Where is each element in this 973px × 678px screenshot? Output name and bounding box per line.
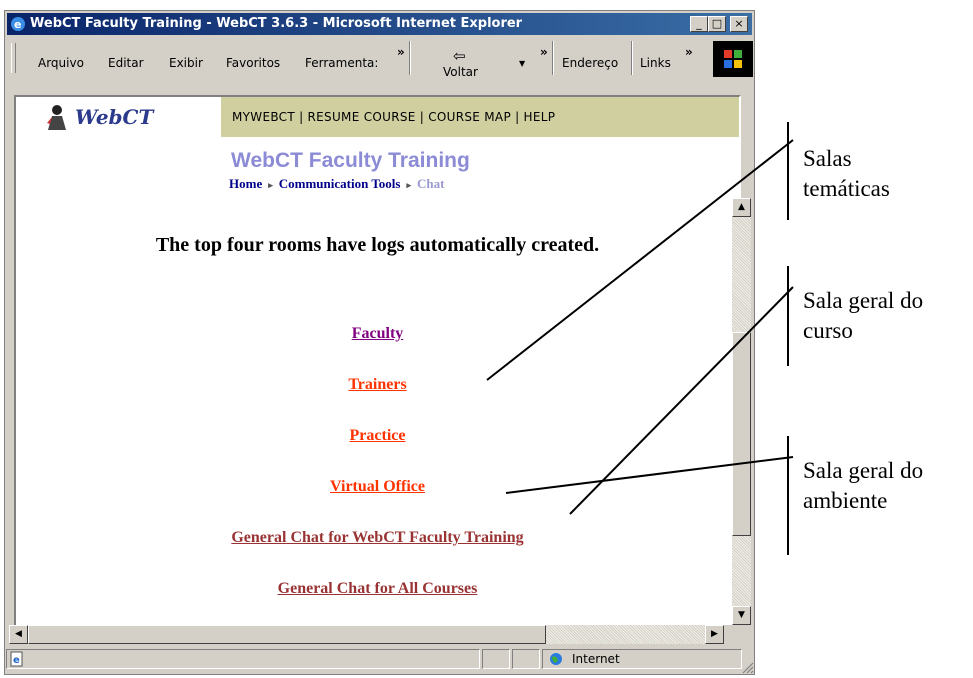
annotation-line: Salas [803, 146, 852, 171]
annotation-sala-geral-ambiente: Sala geral do ambiente [803, 456, 923, 516]
annotation-line: Sala geral do [803, 458, 924, 483]
annotation-bracket [787, 266, 789, 366]
annotation-line: Sala geral do [803, 288, 924, 313]
annotation-salas-tematicas: Salas temáticas [803, 144, 890, 204]
annotation-sala-geral-curso: Sala geral do curso [803, 286, 923, 346]
annotation-line: ambiente [803, 488, 888, 513]
annotation-pointer-line [505, 456, 794, 494]
annotation-line: curso [803, 318, 853, 343]
annotation-bracket [787, 436, 789, 555]
annotation-line: temáticas [803, 176, 890, 201]
annotation-pointer-line [486, 139, 794, 381]
annotation-bracket [787, 122, 789, 220]
